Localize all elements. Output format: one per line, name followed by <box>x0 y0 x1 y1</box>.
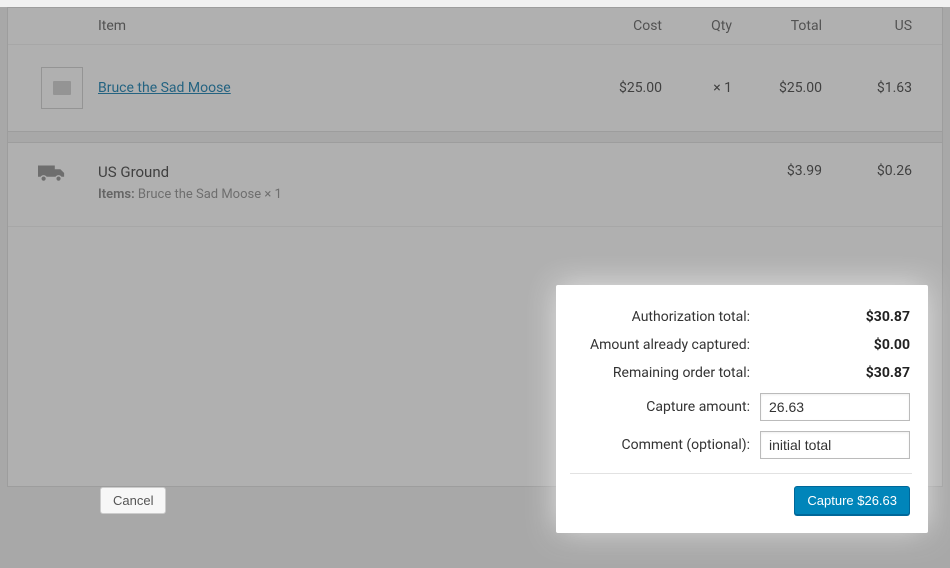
header-qty: Qty <box>662 18 732 34</box>
header-tax: US <box>822 18 912 34</box>
remaining-total-value: $30.87 <box>760 365 910 381</box>
already-captured-label: Amount already captured: <box>572 337 760 353</box>
items-table-header: Item Cost Qty Total US <box>8 8 942 45</box>
shipping-row: US Ground Items: Bruce the Sad Moose × 1… <box>8 143 942 214</box>
header-item: Item <box>98 18 582 34</box>
shipping-items: Items: Bruce the Sad Moose × 1 <box>98 187 582 202</box>
line-item-qty: × 1 <box>662 80 732 96</box>
capture-amount-input[interactable] <box>760 393 910 421</box>
line-item-cost: $25.00 <box>582 80 662 96</box>
image-placeholder-icon <box>53 81 71 95</box>
already-captured-value: $0.00 <box>760 337 910 353</box>
capture-panel: Authorization total: $30.87 Amount alrea… <box>556 285 928 533</box>
capture-submit-button[interactable]: Capture $26.63 <box>794 486 910 515</box>
line-item-row: Bruce the Sad Moose $25.00 × 1 $25.00 $1… <box>8 45 942 131</box>
line-item-total: $25.00 <box>732 80 822 96</box>
header-total: Total <box>732 18 822 34</box>
authorization-total-value: $30.87 <box>760 309 910 325</box>
capture-comment-input[interactable] <box>760 431 910 459</box>
capture-comment-label: Comment (optional): <box>572 437 760 453</box>
capture-amount-label: Capture amount: <box>572 399 760 415</box>
truck-icon <box>38 163 98 187</box>
remaining-total-label: Remaining order total: <box>572 365 760 381</box>
shipping-method-name: US Ground <box>98 163 582 181</box>
cancel-button[interactable]: Cancel <box>100 487 166 514</box>
product-name-link[interactable]: Bruce the Sad Moose <box>98 80 231 96</box>
shipping-items-label: Items: <box>98 187 135 202</box>
shipping-total: $3.99 <box>732 163 822 179</box>
authorization-total-label: Authorization total: <box>572 309 760 325</box>
line-item-tax: $1.63 <box>822 80 912 96</box>
header-cost: Cost <box>582 18 662 34</box>
shipping-tax: $0.26 <box>822 163 912 179</box>
shipping-items-text: Bruce the Sad Moose × 1 <box>138 187 282 202</box>
product-thumbnail-placeholder <box>41 67 83 109</box>
